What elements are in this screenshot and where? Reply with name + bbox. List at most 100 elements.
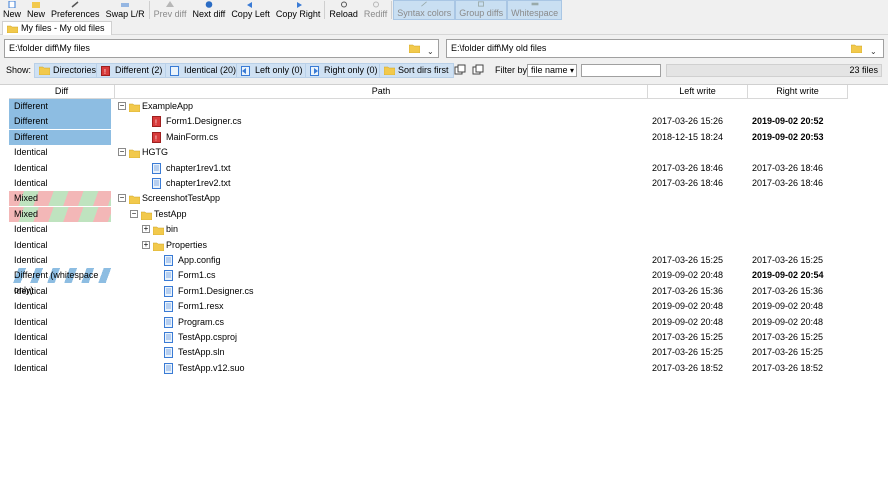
toggle-right-only[interactable]: Right only (0) xyxy=(305,63,383,78)
right-write-cell: 2019-09-02 20:48 xyxy=(752,301,824,312)
right-write-cell: 2019-09-02 20:53 xyxy=(752,131,824,142)
table-row[interactable]: Different (whitespace only) Form1.cs 2019-… xyxy=(0,268,888,295)
left-write-cell: 2017-03-26 15:25 xyxy=(652,332,724,342)
diff-status-cell: Different xyxy=(9,114,111,130)
left-only-icon xyxy=(241,66,250,76)
right-path-field[interactable]: E:\folder diff\My old files ⌄ xyxy=(446,39,884,58)
diff-status-cell: Identical xyxy=(14,255,48,265)
collapse-icon[interactable]: − xyxy=(118,102,126,110)
expand-icon[interactable]: + xyxy=(142,240,150,249)
table-row[interactable]: Different! Form1.Designer.cs 2017-03-26 15… xyxy=(0,114,888,130)
column-header-left-write[interactable]: Left write xyxy=(648,85,748,99)
group-diffs-toggle[interactable]: Group diffs xyxy=(455,0,508,20)
toggle-left-only[interactable]: Left only (0) xyxy=(236,63,308,78)
table-row[interactable]: Identical + bin xyxy=(0,222,888,237)
table-row[interactable]: Identical TestApp.v12.suo 2017-03-26 18:52… xyxy=(0,361,888,376)
expand-icon[interactable]: + xyxy=(142,225,150,234)
swap-icon xyxy=(121,3,130,7)
reload-button[interactable]: Reload xyxy=(326,0,361,20)
browse-folder-icon[interactable] xyxy=(851,44,862,53)
left-path-field[interactable]: E:\folder diff\My files ⌄ xyxy=(4,39,439,58)
table-row[interactable]: Identical + Properties xyxy=(0,238,888,253)
right-write-cell: 2017-03-26 15:25 xyxy=(752,347,824,358)
right-write-cell: 2017-03-26 18:46 xyxy=(752,162,824,173)
new-folder-button[interactable]: New xyxy=(24,0,48,20)
diff-status-cell: Identical xyxy=(14,285,48,296)
column-header-path[interactable]: Path xyxy=(115,85,648,99)
table-row[interactable]: Identical − HGTG xyxy=(0,145,888,160)
chevron-down-icon: ▾ xyxy=(569,66,574,75)
copy-left-button[interactable]: Copy Left xyxy=(228,0,273,20)
toggle-different[interactable]: ! Different (2) xyxy=(96,63,168,78)
arrow-down-icon xyxy=(205,1,213,8)
different-file-icon: ! xyxy=(152,116,161,128)
table-row[interactable]: Identical TestApp.csproj 2017-03-26 15:25 2… xyxy=(0,330,888,345)
file-icon xyxy=(164,255,173,266)
table-row[interactable]: Identical Form1.Designer.cs 2017-03-26 15:… xyxy=(0,284,888,299)
diff-status-cell: Identical xyxy=(14,332,48,342)
toggle-identical[interactable]: Identical (20) xyxy=(165,63,242,78)
new-folder-icon xyxy=(32,2,41,8)
different-file-icon: ! xyxy=(101,66,110,76)
left-write-cell: 2019-09-02 20:48 xyxy=(652,301,724,312)
diff-status-cell: Identical xyxy=(14,301,48,312)
left-write-cell: 2019-09-02 20:48 xyxy=(652,316,724,327)
toolbar-separator xyxy=(324,1,326,19)
whitespace-icon xyxy=(531,2,539,6)
new-file-icon xyxy=(8,1,16,8)
table-row[interactable]: Identical Form1.resx 2019-09-02 20:48 2019-… xyxy=(0,299,888,314)
toggle-directories[interactable]: Directories xyxy=(34,63,102,78)
folder-name: TestApp xyxy=(154,208,187,219)
table-row[interactable]: Mixed − ScreenshotTestApp xyxy=(0,191,888,207)
collapse-all-icon[interactable] xyxy=(472,64,484,76)
swap-button[interactable]: Swap L/R xyxy=(103,0,148,20)
browse-folder-icon[interactable] xyxy=(409,44,420,53)
left-write-cell: 2018-12-15 18:24 xyxy=(652,131,724,142)
syntax-icon xyxy=(421,1,428,7)
collapse-icon[interactable]: − xyxy=(130,209,138,218)
column-header-right-write[interactable]: Right write xyxy=(748,85,848,99)
chevron-down-icon[interactable]: ⌄ xyxy=(427,43,434,60)
table-row[interactable]: Different! MainForm.cs 2018-12-15 18:24 201… xyxy=(0,129,888,145)
table-row[interactable]: Identical TestApp.sln 2017-03-26 15:25 2017… xyxy=(0,345,888,360)
diff-status-cell: Identical xyxy=(14,147,48,158)
file-icon xyxy=(164,362,173,374)
right-only-icon xyxy=(310,66,319,76)
toggle-sort-dirs-first[interactable]: Sort dirs first xyxy=(379,63,454,78)
whitespace-toggle[interactable]: Whitespace xyxy=(507,0,563,20)
column-header-diff[interactable]: Diff xyxy=(9,85,115,99)
expand-all-icon[interactable] xyxy=(454,64,466,76)
file-comparison-grid: Diff Path Left write Right write Differe… xyxy=(0,84,888,500)
prev-diff-button[interactable]: Prev diff xyxy=(151,0,190,20)
left-write-cell: 2017-03-26 15:25 xyxy=(652,255,724,265)
right-write-cell: 2017-03-26 15:36 xyxy=(752,285,824,296)
preferences-button[interactable]: Preferences xyxy=(48,0,103,20)
file-icon xyxy=(152,178,161,189)
table-row[interactable]: Identical chapter1rev2.txt 2017-03-26 18:4… xyxy=(0,176,888,191)
new-file-button[interactable]: New xyxy=(0,0,24,20)
filter-by-select[interactable]: file name ▾ xyxy=(527,64,577,77)
file-name: chapter1rev1.txt xyxy=(166,162,231,173)
syntax-colors-toggle[interactable]: Syntax colors xyxy=(393,0,456,20)
tab-comparison[interactable]: My files - My old files xyxy=(2,21,112,35)
table-row[interactable]: Mixed − TestApp xyxy=(0,206,888,222)
chevron-down-icon[interactable]: ⌄ xyxy=(870,43,877,60)
file-name: TestApp.csproj xyxy=(178,332,238,342)
filter-input[interactable] xyxy=(581,64,661,77)
table-row[interactable]: Identical Program.cs 2019-09-02 20:48 2019-… xyxy=(0,315,888,330)
next-diff-button[interactable]: Next diff xyxy=(189,0,228,20)
file-name: Program.cs xyxy=(178,316,225,327)
right-write-cell: 2017-03-26 18:46 xyxy=(752,178,824,188)
table-row[interactable]: Identical chapter1rev1.txt 2017-03-26 18:4… xyxy=(0,161,888,176)
rediff-button[interactable]: Rediff xyxy=(361,0,390,20)
diff-status-cell: Different xyxy=(9,99,111,114)
copy-right-button[interactable]: Copy Right xyxy=(273,0,324,20)
table-row[interactable]: Identical App.config 2017-03-26 15:25 2017-… xyxy=(0,253,888,268)
diff-status-cell: Identical xyxy=(14,362,48,373)
file-icon xyxy=(164,347,173,359)
file-name: TestApp.v12.suo xyxy=(178,362,245,373)
diff-status-cell: Mixed xyxy=(9,206,111,222)
table-row[interactable]: Different − ExampleApp xyxy=(0,99,888,114)
collapse-icon[interactable]: − xyxy=(118,194,126,203)
collapse-icon[interactable]: − xyxy=(118,148,126,157)
